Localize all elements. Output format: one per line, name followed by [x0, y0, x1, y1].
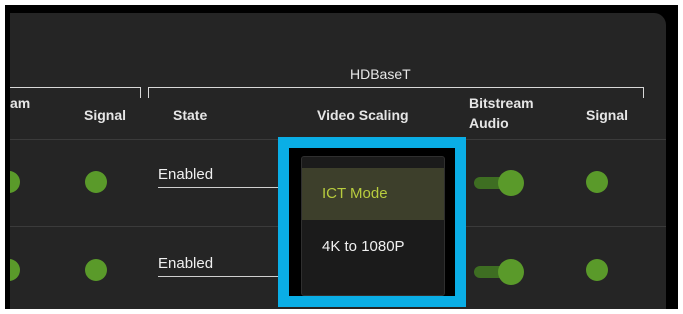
bitstream-status-dot — [10, 259, 20, 281]
state-select-value: Enabled — [158, 166, 214, 183]
state-select[interactable]: Enabled — [158, 252, 290, 277]
column-header-signal-right: Signal — [586, 107, 629, 123]
hdbaset-group-title: HDBaseT — [350, 66, 411, 82]
state-select-value: Enabled — [158, 255, 214, 272]
video-scaling-dropdown-menu: ICT Mode 4K to 1080P — [301, 156, 445, 296]
video-scaling-highlight: ICT Mode 4K to 1080P — [278, 137, 466, 307]
signal-status-dot — [85, 171, 107, 193]
column-header-bitstream-audio: Bitstream Audio — [469, 95, 534, 131]
state-select[interactable]: Enabled — [158, 163, 290, 188]
bitstream-audio-toggle[interactable] — [474, 170, 524, 196]
dropdown-option-ict-mode[interactable]: ICT Mode — [302, 168, 444, 220]
signal-status-dot — [586, 259, 608, 281]
column-header-signal-left: Signal — [84, 107, 127, 123]
column-header-state: State — [173, 107, 208, 123]
bitstream-status-dot — [10, 171, 20, 193]
column-header-video-scaling: Video Scaling — [317, 107, 409, 123]
dropdown-option-4k-to-1080p[interactable]: 4K to 1080P — [302, 221, 444, 273]
signal-status-dot — [586, 171, 608, 193]
signal-status-dot — [85, 259, 107, 281]
hdbaset-group-bracket — [148, 87, 644, 98]
bitstream-audio-toggle[interactable] — [474, 259, 524, 285]
column-header-bitstream-partial: am — [10, 95, 31, 111]
